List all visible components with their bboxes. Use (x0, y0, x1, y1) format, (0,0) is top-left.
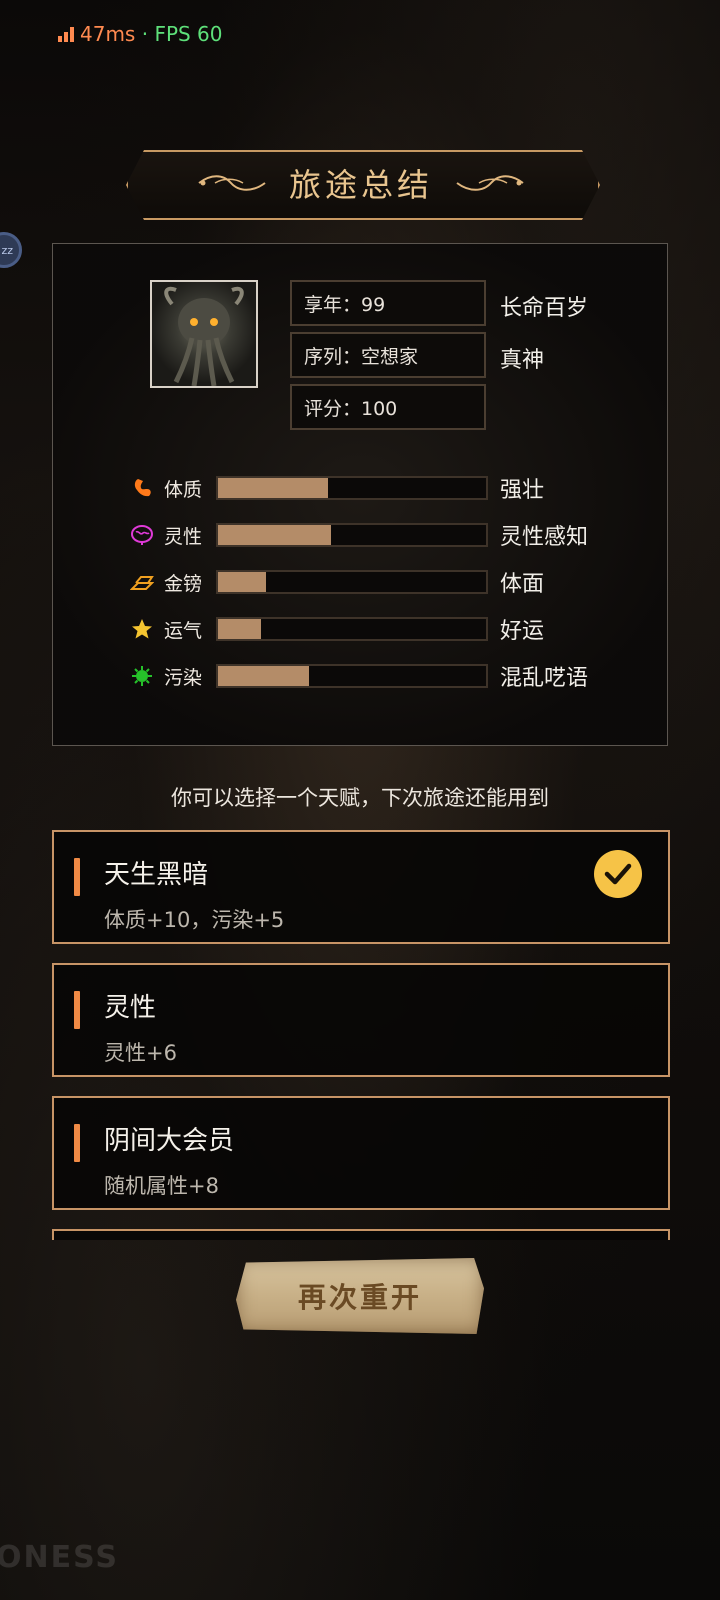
attribute-bar (216, 570, 488, 594)
attribute-label: 金镑 (164, 572, 203, 595)
score-text: 评分：100 (304, 397, 398, 420)
virus-icon (130, 664, 154, 688)
flourish-right-icon (456, 175, 524, 191)
age-text: 享年：99 (304, 293, 386, 316)
attribute-label: 运气 (164, 619, 203, 642)
sequence-title: 真神 (500, 348, 545, 373)
title-plaque-content: 旅途总结 (126, 150, 596, 216)
flourish-left-icon (198, 175, 266, 191)
character-avatar (150, 280, 258, 388)
debug-status: 47ms · FPS 60 (58, 22, 223, 46)
talent-card-partial[interactable] (52, 1229, 670, 1240)
attribute-row-spirituality: 灵性 灵性感知 (130, 521, 588, 550)
attribute-value: 强壮 (500, 478, 545, 503)
attribute-bar-fill (218, 525, 331, 545)
age-box: 享年：99 (290, 280, 486, 326)
attribute-row-luck: 运气 好运 (130, 615, 544, 644)
attribute-bar-fill (218, 478, 328, 498)
age-title: 长命百岁 (500, 296, 589, 321)
attribute-bar (216, 523, 488, 547)
attribute-bar-fill (218, 666, 310, 686)
star-icon (130, 617, 154, 641)
attribute-bar-fill (218, 619, 261, 639)
fps-text: FPS 60 (154, 22, 223, 46)
attribute-bar (216, 664, 488, 688)
attribute-bar (216, 617, 488, 641)
attribute-label: 灵性 (164, 525, 203, 548)
selected-check-icon (594, 850, 642, 898)
score-box: 评分：100 (290, 384, 486, 430)
page-title: 旅途总结 (288, 166, 433, 204)
talent-card[interactable]: 天生黑暗 体质+10，污染+5 (52, 830, 670, 944)
talent-card[interactable]: 阴间大会员 随机属性+8 (52, 1096, 670, 1210)
talent-name: 天生黑暗 (104, 860, 209, 890)
attribute-label: 污染 (164, 666, 203, 689)
attribute-value: 好运 (500, 619, 545, 644)
card-accent (74, 858, 80, 896)
talent-name: 灵性 (104, 993, 157, 1023)
separator: · (135, 22, 155, 46)
brain-icon (130, 523, 154, 547)
restart-button[interactable]: 再次重开 (236, 1258, 484, 1334)
background-watermark: ONESS (0, 1540, 119, 1575)
attribute-value: 灵性感知 (500, 525, 589, 550)
bubble-label: zz (1, 243, 13, 257)
talent-name: 阴间大会员 (104, 1126, 235, 1156)
sequence-text: 序列：空想家 (304, 345, 419, 368)
floating-assist-bubble[interactable]: zz (0, 232, 22, 268)
ping-text: 47ms (80, 22, 136, 46)
attribute-row-constitution: 体质 强壮 (130, 474, 544, 503)
tentacle-face-icon (164, 286, 244, 386)
attribute-label: 体质 (164, 478, 203, 501)
talent-desc: 体质+10，污染+5 (104, 908, 285, 932)
card-accent (74, 991, 80, 1029)
gold-bars-icon (130, 570, 154, 594)
attribute-row-pollution: 污染 混乱呓语 (130, 662, 588, 691)
attribute-value: 混乱呓语 (500, 666, 589, 691)
talent-desc: 随机属性+8 (104, 1174, 219, 1198)
attribute-bar-fill (218, 572, 267, 592)
attribute-value: 体面 (500, 572, 545, 597)
signal-icon (58, 26, 74, 42)
talent-list[interactable]: 天生黑暗 体质+10，污染+5 灵性 灵性+6 阴间大会员 随机属性+8 (52, 830, 670, 1240)
sequence-box: 序列：空想家 (290, 332, 486, 378)
muscle-icon (130, 476, 154, 500)
talent-desc: 灵性+6 (104, 1041, 177, 1065)
card-accent (74, 1124, 80, 1162)
attribute-row-gold: 金镑 体面 (130, 568, 544, 597)
talent-card[interactable]: 灵性 灵性+6 (52, 963, 670, 1077)
attribute-bar (216, 476, 488, 500)
talent-hint: 你可以选择一个天赋，下次旅途还能用到 (171, 786, 549, 810)
